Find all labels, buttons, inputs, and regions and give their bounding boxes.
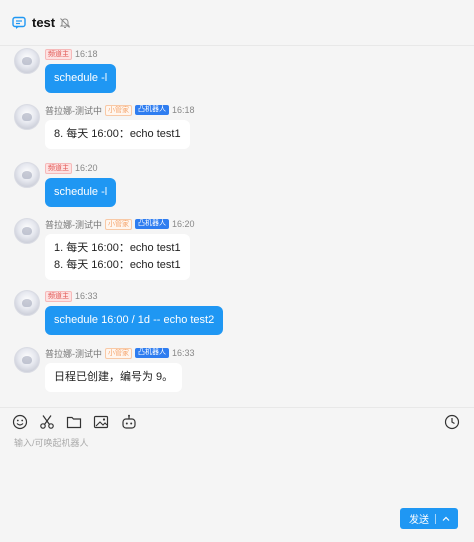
robot-tag: 凸机器人 (135, 105, 169, 115)
owner-tag: 频道主 (45, 290, 72, 302)
avatar[interactable] (14, 104, 40, 130)
message-bubble[interactable]: schedule -l (45, 178, 117, 207)
channel-title: test (32, 15, 56, 30)
message-bubble[interactable]: 8. 每天 16:00：echo test1 (45, 120, 190, 149)
sender-name[interactable]: 普拉娜-测试中 (45, 104, 102, 117)
scissors-icon[interactable] (39, 414, 55, 430)
emoji-icon[interactable] (12, 414, 28, 430)
manager-tag: 小管家 (105, 347, 132, 359)
send-button-label: 发送 (409, 515, 429, 526)
avatar[interactable] (14, 48, 40, 74)
sender-name[interactable]: 普拉娜-测试中 (45, 218, 102, 231)
send-button[interactable]: 发送 (400, 508, 458, 529)
composer-toolbar (0, 407, 474, 435)
clock-icon[interactable] (444, 414, 460, 430)
sender-name[interactable]: 普拉娜-测试中 (45, 347, 102, 360)
avatar[interactable] (14, 162, 40, 188)
avatar[interactable] (14, 290, 40, 316)
message-bubble[interactable]: schedule 16:00 / 1d -- echo test2 (45, 306, 224, 335)
message-list[interactable]: 频道主 16:18 schedule -l 普拉娜-测试中 小管家 凸机器人 1… (0, 46, 474, 406)
message-time: 16:33 (172, 348, 195, 358)
message-item: 普拉娜-测试中 小管家 凸机器人 16:20 1. 每天 16:00：echo … (14, 218, 198, 280)
robot-tag-prefix: 凸 (138, 349, 145, 356)
robot-icon[interactable] (121, 414, 137, 430)
message-time: 16:20 (75, 163, 98, 173)
message-line: 1. 每天 16:00：echo test1 (54, 242, 181, 254)
owner-tag: 频道主 (45, 48, 72, 60)
message-bubble[interactable]: 1. 每天 16:00：echo test1 8. 每天 16:00：echo … (45, 234, 190, 280)
message-item: 普拉娜-测试中 小管家 凸机器人 16:33 日程已创建，编号为 9。 (14, 347, 198, 392)
message-item: 频道主 16:33 schedule 16:00 / 1d -- echo te… (14, 290, 224, 335)
robot-tag-label: 机器人 (145, 106, 166, 113)
message-bubble[interactable]: schedule -l (45, 64, 117, 93)
chat-icon (12, 16, 26, 30)
message-time: 16:18 (75, 49, 98, 59)
message-item: 频道主 16:20 schedule -l (14, 162, 117, 207)
robot-tag-label: 机器人 (145, 220, 166, 227)
chevron-up-icon[interactable] (442, 515, 450, 523)
robot-tag-prefix: 凸 (138, 106, 145, 113)
send-separator (435, 513, 436, 524)
message-item: 普拉娜-测试中 小管家 凸机器人 16:18 8. 每天 16:00：echo … (14, 104, 198, 149)
message-item: 频道主 16:18 schedule -l (14, 48, 117, 93)
chat-header: test (0, 0, 474, 46)
robot-tag-label: 机器人 (145, 349, 166, 356)
manager-tag: 小管家 (105, 104, 132, 116)
message-line: 8. 每天 16:00：echo test1 (54, 128, 181, 140)
message-time: 16:20 (172, 219, 195, 229)
robot-tag-prefix: 凸 (138, 220, 145, 227)
message-line: 8. 每天 16:00：echo test1 (54, 259, 181, 271)
image-icon[interactable] (93, 414, 109, 430)
owner-tag: 频道主 (45, 162, 72, 174)
robot-tag: 凸机器人 (135, 348, 169, 358)
message-input[interactable]: 输入/可唤起机器人 (14, 436, 89, 449)
avatar[interactable] (14, 218, 40, 244)
message-time: 16:33 (75, 291, 98, 301)
message-time: 16:18 (172, 105, 195, 115)
robot-tag: 凸机器人 (135, 219, 169, 229)
message-bubble[interactable]: 日程已创建，编号为 9。 (45, 363, 183, 392)
mute-icon[interactable] (59, 17, 71, 29)
avatar[interactable] (14, 347, 40, 373)
manager-tag: 小管家 (105, 218, 132, 230)
folder-icon[interactable] (66, 414, 82, 430)
message-line: 日程已创建，编号为 9。 (54, 371, 174, 383)
